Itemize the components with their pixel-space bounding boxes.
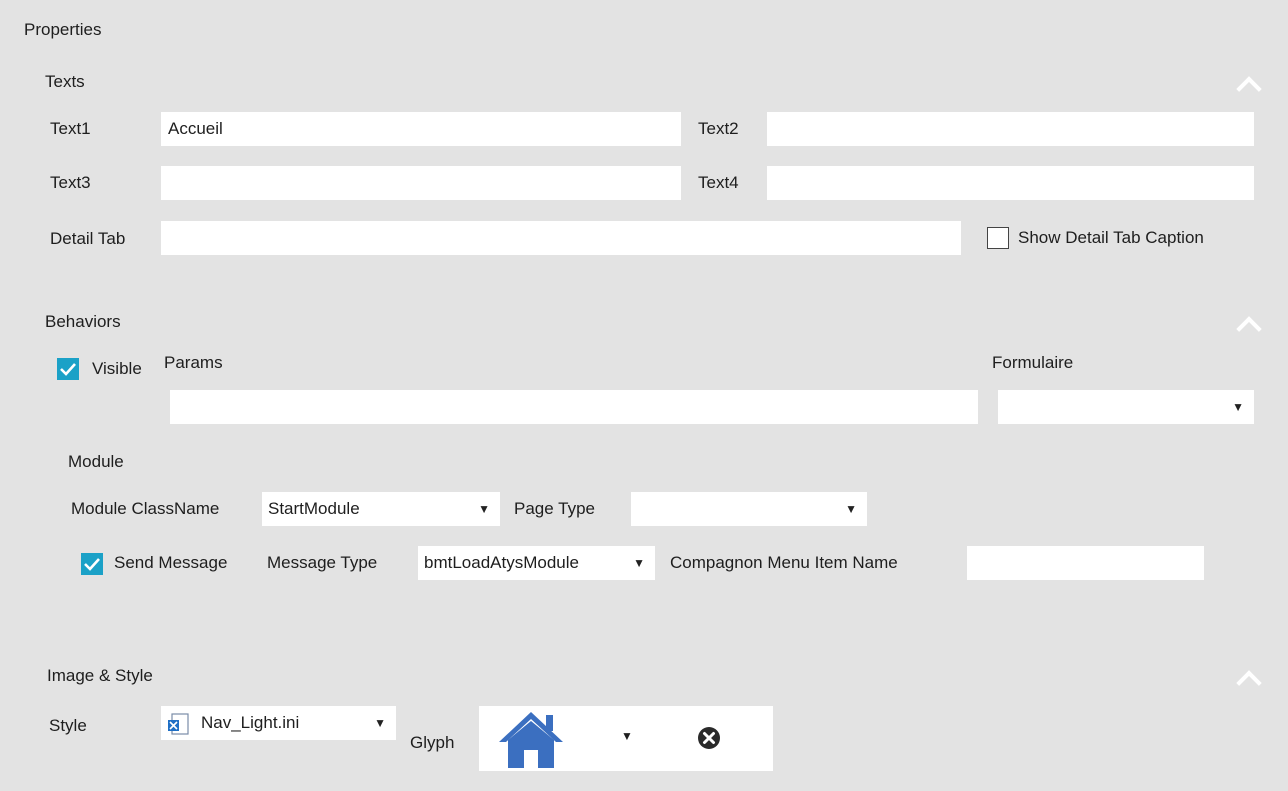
params-label: Params — [164, 353, 223, 372]
home-icon — [497, 709, 565, 774]
page-type-dropdown[interactable]: ▼ — [631, 492, 867, 526]
page-type-label: Page Type — [514, 499, 595, 518]
compagnon-menu-item-name-input[interactable] — [967, 546, 1204, 580]
visible-checkbox[interactable] — [57, 358, 79, 380]
formulaire-label: Formulaire — [992, 353, 1074, 372]
detail-tab-input[interactable] — [161, 221, 961, 255]
text1-input[interactable]: Accueil — [161, 112, 681, 146]
check-icon — [84, 558, 100, 571]
compagnon-menu-item-name-label: Compagnon Menu Item Name — [670, 553, 898, 572]
panel-title: Properties — [24, 20, 102, 39]
message-type-value: bmtLoadAtysModule — [424, 553, 579, 572]
text4-label: Text4 — [698, 173, 739, 192]
module-header: Module — [68, 452, 124, 471]
dropdown-arrow-icon: ▼ — [478, 502, 490, 516]
message-type-dropdown[interactable]: bmtLoadAtysModule ▼ — [418, 546, 655, 580]
style-value: Nav_Light.ini — [201, 713, 300, 732]
texts-collapse-icon[interactable] — [1236, 76, 1262, 102]
text2-input[interactable] — [767, 112, 1254, 146]
dropdown-arrow-icon: ▼ — [374, 716, 386, 730]
glyph-dropdown-arrow-icon[interactable]: ▼ — [621, 729, 633, 743]
style-label: Style — [49, 716, 87, 735]
module-classname-dropdown[interactable]: StartModule ▼ — [262, 492, 500, 526]
text1-label: Text1 — [50, 119, 91, 138]
check-icon — [60, 363, 76, 376]
text3-input[interactable] — [161, 166, 681, 200]
style-dropdown[interactable]: Nav_Light.ini ▼ — [161, 706, 396, 740]
clear-icon[interactable] — [697, 726, 721, 755]
show-detail-tab-caption-checkbox[interactable] — [987, 227, 1009, 249]
text3-label: Text3 — [50, 173, 91, 192]
glyph-picker[interactable]: ▼ — [479, 706, 773, 771]
texts-header: Texts — [45, 72, 85, 91]
send-message-label: Send Message — [114, 553, 228, 572]
dropdown-arrow-icon: ▼ — [633, 556, 645, 570]
send-message-checkbox[interactable] — [81, 553, 103, 575]
show-detail-tab-caption-label: Show Detail Tab Caption — [1018, 228, 1204, 247]
glyph-label: Glyph — [410, 733, 455, 752]
module-classname-value: StartModule — [268, 499, 360, 518]
dropdown-arrow-icon: ▼ — [1232, 400, 1244, 414]
text2-label: Text2 — [698, 119, 739, 138]
module-classname-label: Module ClassName — [71, 499, 220, 518]
text4-input[interactable] — [767, 166, 1254, 200]
behaviors-header: Behaviors — [45, 312, 121, 331]
dropdown-arrow-icon: ▼ — [845, 502, 857, 516]
behaviors-collapse-icon[interactable] — [1236, 316, 1262, 342]
formulaire-dropdown[interactable]: ▼ — [998, 390, 1254, 424]
visible-label: Visible — [92, 359, 142, 378]
message-type-label: Message Type — [267, 553, 378, 572]
params-input[interactable] — [170, 390, 978, 424]
detail-tab-label: Detail Tab — [50, 229, 126, 248]
image-style-header: Image & Style — [47, 666, 153, 685]
image-style-collapse-icon[interactable] — [1236, 670, 1262, 696]
ini-file-icon — [167, 713, 191, 747]
